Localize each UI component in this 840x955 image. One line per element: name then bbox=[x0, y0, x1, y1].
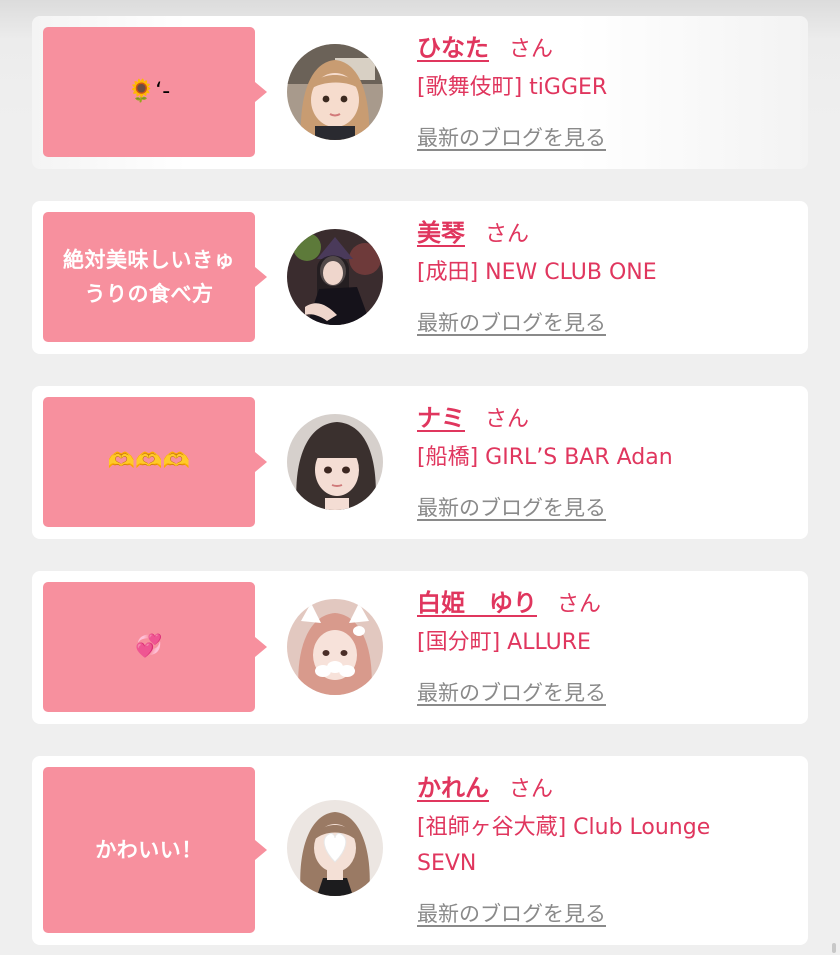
cast-info: ナミ さん [船橋] GIRL’S BAR Adan 最新のブログを見る bbox=[417, 398, 798, 522]
store-label: [歌舞伎町] tiGGER bbox=[417, 75, 608, 100]
store-label-line2: SEVN bbox=[417, 851, 477, 876]
latest-blog-link[interactable]: 最新のブログを見る bbox=[417, 677, 606, 707]
cast-info: ひなた さん [歌舞伎町] tiGGER 最新のブログを見る bbox=[417, 28, 798, 152]
blog-title-bubble[interactable]: 🌻‘- bbox=[43, 27, 267, 157]
avatar[interactable] bbox=[287, 800, 383, 896]
cast-info: 白姫 ゆり さん [国分町] ALLURE 最新のブログを見る bbox=[417, 583, 798, 707]
store-label: [国分町] ALLURE bbox=[417, 630, 591, 655]
blog-title-text: かわいい！ bbox=[95, 838, 203, 862]
blog-title-bubble[interactable]: 💞 bbox=[43, 582, 267, 712]
cast-info: かれん さん [祖師ヶ谷大蔵] Club Lounge SEVN 最新のブログを見… bbox=[417, 768, 798, 928]
store-label: [祖師ヶ谷大蔵] Club Lounge bbox=[417, 815, 711, 840]
revolving-hearts-emoji-icon: 💞 bbox=[135, 634, 163, 659]
sunflower-emoji-icon: 🌻‘- bbox=[127, 79, 171, 104]
latest-blog-link[interactable]: 最新のブログを見る bbox=[417, 898, 606, 928]
avatar[interactable] bbox=[287, 599, 383, 695]
name-row: かれん さん bbox=[417, 768, 798, 808]
cast-info: 美琴 さん [成田] NEW CLUB ONE 最新のブログを見る bbox=[417, 213, 798, 337]
blog-title-bubble[interactable]: 絶対美味しいきゅうりの食べ方 bbox=[43, 212, 267, 342]
blog-card: 🌻‘- ひなた さん [歌舞伎町] tiGGER 最新のブログを見る bbox=[32, 16, 808, 169]
cast-name-link[interactable]: ナミ bbox=[417, 404, 465, 432]
latest-blog-link[interactable]: 最新のブログを見る bbox=[417, 307, 606, 337]
honorific: さん bbox=[557, 592, 602, 617]
name-row: 白姫 ゆり さん bbox=[417, 583, 798, 623]
honorific: さん bbox=[509, 777, 554, 802]
cast-name-link[interactable]: 美琴 bbox=[417, 219, 465, 247]
store-label: [成田] NEW CLUB ONE bbox=[417, 260, 657, 285]
avatar[interactable] bbox=[287, 414, 383, 510]
name-row: ナミ さん bbox=[417, 398, 798, 438]
store-label: [船橋] GIRL’S BAR Adan bbox=[417, 445, 673, 470]
avatar[interactable] bbox=[287, 229, 383, 325]
honorific: さん bbox=[485, 222, 530, 247]
latest-blog-link[interactable]: 最新のブログを見る bbox=[417, 492, 606, 522]
blog-title-text: 絶対美味しいきゅうりの食べ方 bbox=[63, 248, 235, 306]
blog-card: 🫶🫶🫶 ナミ さん [船橋] GIRL’S BAR Adan 最新のブログを見る bbox=[32, 386, 808, 539]
blog-card: 絶対美味しいきゅうりの食べ方 美琴 さん [成田] NEW CLUB ONE 最新… bbox=[32, 201, 808, 354]
cast-name-link[interactable]: 白姫 ゆり bbox=[417, 589, 537, 617]
honorific: さん bbox=[509, 37, 554, 62]
avatar[interactable] bbox=[287, 44, 383, 140]
heart-hands-emoji-icon: 🫶🫶🫶 bbox=[107, 449, 191, 474]
blog-feed-page: 🌻‘- ひなた さん [歌舞伎町] tiGGER 最新のブログを見る 絶対美味し… bbox=[0, 0, 840, 955]
blog-title-bubble[interactable]: 🫶🫶🫶 bbox=[43, 397, 267, 527]
name-row: 美琴 さん bbox=[417, 213, 798, 253]
blog-title-bubble[interactable]: かわいい！ bbox=[43, 767, 267, 933]
cast-name-link[interactable]: かれん bbox=[417, 774, 489, 802]
blog-card: かわいい！ かれん さん [祖師ヶ谷大蔵] Club Lounge SEVN 最新… bbox=[32, 756, 808, 945]
cast-name-link[interactable]: ひなた bbox=[417, 34, 489, 62]
name-row: ひなた さん bbox=[417, 28, 798, 68]
blog-card: 💞 白姫 ゆり さん [国分町] ALLURE 最新のブログを見る bbox=[32, 571, 808, 724]
scroll-indicator[interactable] bbox=[832, 943, 836, 953]
latest-blog-link[interactable]: 最新のブログを見る bbox=[417, 122, 606, 152]
honorific: さん bbox=[485, 407, 530, 432]
